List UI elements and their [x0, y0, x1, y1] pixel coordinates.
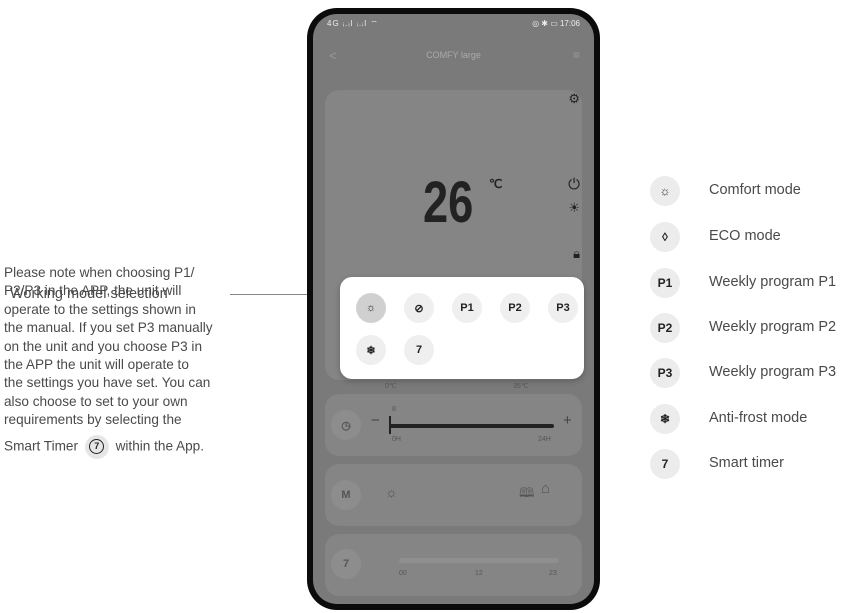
- timer-icon: 7: [650, 449, 680, 479]
- sun-icon: ☼: [650, 176, 680, 206]
- legend-label: Anti-frost mode: [709, 410, 808, 426]
- timer-button[interactable]: 7: [331, 549, 361, 579]
- smart-timer-button[interactable]: 7: [404, 335, 434, 365]
- mode-selection-popup: ☼ ⊘ P1 P2 P3 ❄ 7: [340, 277, 584, 379]
- app-screen: 4G ᵢ.ᵢl ᵢ.ᵢl ⌔ ◎ ✱ ▭ 17:06 < COMFY large…: [313, 14, 594, 604]
- note-paragraph: Please note when choosing P1/ P2/P3 in t…: [4, 264, 281, 459]
- phone-mockup: 4G ᵢ.ᵢl ᵢ.ᵢl ⌔ ◎ ✱ ▭ 17:06 < COMFY large…: [307, 8, 600, 610]
- slider-value: 8: [392, 406, 396, 413]
- note-line: P2/P3 in the APP, the unit will: [4, 283, 182, 299]
- timer-timeline[interactable]: [399, 558, 559, 563]
- home-icon[interactable]: ⌂: [541, 480, 550, 497]
- light-icon[interactable]: ☀: [568, 200, 580, 216]
- slider-minus-button[interactable]: −: [371, 412, 380, 429]
- clock-icon: ◷: [331, 410, 361, 440]
- p3-button[interactable]: P3: [548, 293, 578, 323]
- timer-card: [325, 534, 582, 596]
- p2-button[interactable]: P2: [500, 293, 530, 323]
- status-bar: 4G ᵢ.ᵢl ᵢ.ᵢl ⌔ ◎ ✱ ▭ 17:06: [313, 14, 594, 34]
- note-line: Please note when choosing P1/: [4, 265, 195, 280]
- p3-icon: P3: [650, 358, 680, 388]
- scale-min-label: 0℃: [385, 383, 397, 390]
- leaf-icon: ◊: [650, 222, 680, 252]
- note-line: the manual. If you set P3 manually: [4, 320, 213, 336]
- app-header: < COMFY large ≡: [313, 44, 594, 70]
- leaf-icon: ⊘: [414, 302, 424, 315]
- note-line: within the App.: [115, 438, 204, 454]
- power-icon[interactable]: ⏻: [568, 176, 580, 193]
- legend-label: Weekly program P3: [709, 364, 837, 380]
- timeline-label: 23: [549, 570, 557, 577]
- p1-button[interactable]: P1: [452, 293, 482, 323]
- note-line: operate to the settings shown in: [4, 301, 196, 317]
- device-title: COMFY large: [426, 50, 481, 60]
- mode-button[interactable]: M: [331, 480, 361, 510]
- timeline-label: 12: [475, 570, 483, 577]
- temperature-value: 26: [423, 170, 474, 235]
- time-slider-track[interactable]: [389, 424, 554, 428]
- timeline-label: 00: [399, 570, 407, 577]
- note-line: the APP the unit will operate to: [4, 357, 189, 373]
- note-line: also choose to set to your own: [4, 393, 188, 409]
- smart-timer-icon: 7: [84, 434, 109, 459]
- current-mode-sun-icon: ☼: [385, 484, 398, 500]
- lock-icon[interactable]: 🔒︎: [573, 246, 580, 262]
- sun-icon: ☼: [365, 302, 377, 314]
- legend-label: Smart timer: [709, 455, 784, 471]
- legend-label: ECO mode: [709, 228, 781, 244]
- menu-icon[interactable]: ≡: [573, 48, 580, 62]
- status-right: ◎ ✱ ▭ 17:06: [532, 19, 580, 28]
- timer-icon: 7: [415, 344, 423, 356]
- eco-mode-button[interactable]: ⊘: [404, 293, 434, 323]
- comfort-mode-button[interactable]: ☼: [356, 293, 386, 323]
- snowflake-icon: ❄: [366, 344, 376, 357]
- scale-max-label: 35℃: [513, 383, 529, 390]
- note-line: Smart Timer: [4, 438, 79, 454]
- legend-label: Weekly program P2: [709, 319, 837, 335]
- manual-book-icon[interactable]: 🕮: [519, 484, 534, 506]
- slider-start-label: 0H: [392, 436, 401, 443]
- note-line: the settings you have set. You can: [4, 375, 211, 391]
- slider-plus-button[interactable]: +: [563, 412, 572, 429]
- temperature-unit: ℃: [489, 177, 503, 191]
- slider-end-label: 24H: [538, 436, 551, 443]
- note-line: requirements by selecting the: [4, 412, 182, 428]
- p1-icon: P1: [650, 268, 680, 298]
- legend-label: Weekly program P1: [709, 274, 837, 290]
- p2-icon: P2: [650, 313, 680, 343]
- signal-indicators: 4G ᵢ.ᵢl ᵢ.ᵢl ⌔: [327, 19, 379, 28]
- anti-frost-button[interactable]: ❄: [356, 335, 386, 365]
- note-line: on the unit and you choose P3 in: [4, 338, 203, 354]
- time-slider-handle[interactable]: [389, 416, 391, 434]
- snowflake-icon: ❄: [650, 404, 680, 434]
- legend-label: Comfort mode: [709, 182, 801, 198]
- settings-gear-icon[interactable]: ⚙: [568, 91, 580, 107]
